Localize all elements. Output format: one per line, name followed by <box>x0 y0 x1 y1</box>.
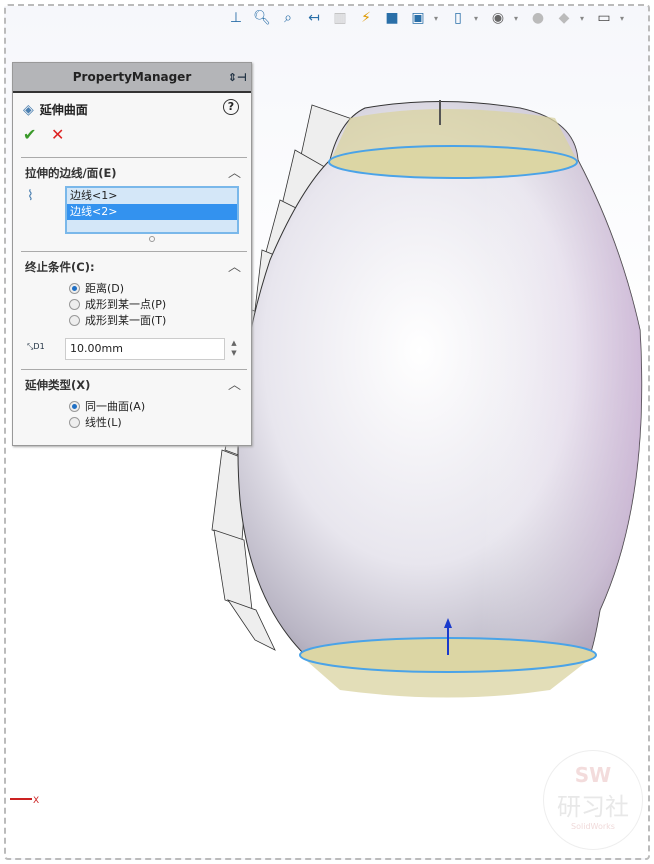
zoom-to-fit-icon[interactable]: 🔍︎ <box>252 8 272 28</box>
collapse-chevron-icon[interactable]: ︿ <box>228 374 241 393</box>
zoom-to-area-icon[interactable]: ⌕ <box>278 8 298 28</box>
graphics-area[interactable]: X ⊥ 🔍︎ ⌕ ↤ ▥ ⚡ ■ ▣ ▾ ▯ ▾ ◉ ▾ ● ◆ ▾ ▭ ▾ Proper… <box>0 0 654 864</box>
end-condition-title: 终止条件(C): <box>25 260 95 274</box>
radio-button[interactable] <box>69 298 80 310</box>
x-axis-label: X <box>33 796 39 806</box>
property-manager-title: PropertyManager <box>72 70 192 84</box>
watermark-sw: SW <box>574 763 612 787</box>
extension-type-section: 延伸类型(X) ︿ 同一曲面(A) 线性(L) <box>21 369 247 445</box>
list-item-selected[interactable]: 边线<2> <box>67 204 237 220</box>
previous-view-icon[interactable]: ↤ <box>304 8 324 28</box>
radio-same-surface[interactable]: 同一曲面(A) <box>69 398 145 414</box>
collapse-chevron-icon[interactable]: ︿ <box>228 256 241 275</box>
radio-button[interactable] <box>69 400 80 412</box>
hide-show-dropdown-icon[interactable]: ▾ <box>474 14 482 23</box>
list-resize-handle[interactable] <box>149 236 155 242</box>
collapse-chevron-icon[interactable]: ︿ <box>228 162 241 181</box>
scene-dropdown-icon[interactable]: ▾ <box>580 14 588 23</box>
cancel-button[interactable]: ✕ <box>51 125 64 144</box>
hide-show-items-icon[interactable]: ▯ <box>448 8 468 28</box>
watermark-text: 研习社 <box>557 793 629 821</box>
radio-label: 距离(D) <box>85 282 125 295</box>
distance-spinner[interactable]: ▲ ▼ <box>227 338 241 360</box>
list-item[interactable]: 边线<1> <box>67 188 237 204</box>
section-view-icon[interactable]: ▥ <box>330 8 350 28</box>
radio-label: 线性(L) <box>85 416 122 429</box>
radio-up-to-surface[interactable]: 成形到某一面(T) <box>69 312 166 328</box>
distance-icon: ⤡D1 <box>27 342 45 351</box>
edges-section: 拉伸的边线/面(E) ︿ ⌇ 边线<1> 边线<2> <box>21 157 247 251</box>
display-style-icon[interactable]: ▣ <box>408 8 428 28</box>
spin-down-icon[interactable]: ▼ <box>227 348 241 358</box>
pin-icon[interactable]: ⇕⊣ <box>228 71 247 84</box>
radio-label: 成形到某一点(P) <box>85 298 167 311</box>
radio-up-to-point[interactable]: 成形到某一点(P) <box>69 296 166 312</box>
edges-section-title: 拉伸的边线/面(E) <box>25 166 117 180</box>
extend-surface-icon: ◈ <box>23 101 34 118</box>
property-manager-panel: PropertyManager ⇕⊣ ◈ 延伸曲面 ? ✔ ✕ 拉伸的边线/面(… <box>12 62 252 446</box>
distance-input[interactable]: 10.00mm <box>65 338 225 360</box>
appearance-dropdown-icon[interactable]: ▾ <box>514 14 522 23</box>
watermark-brand: SolidWorks <box>571 822 615 831</box>
radio-button[interactable] <box>69 416 80 428</box>
spin-up-icon[interactable]: ▲ <box>227 338 241 348</box>
radio-linear[interactable]: 线性(L) <box>69 414 145 430</box>
view-normal-icon[interactable]: ⊥ <box>226 8 246 28</box>
help-icon[interactable]: ? <box>223 99 239 115</box>
radio-button[interactable] <box>69 282 80 294</box>
radio-label: 同一曲面(A) <box>85 400 146 413</box>
display-style-dropdown-icon[interactable]: ▾ <box>434 14 442 23</box>
monitor-icon[interactable]: ▭ <box>594 8 614 28</box>
feature-name: 延伸曲面 <box>39 103 88 117</box>
distance-icon-label: D1 <box>33 342 45 351</box>
view-settings-dropdown-icon[interactable]: ▾ <box>620 14 628 23</box>
radio-distance[interactable]: 距离(D) <box>69 280 166 296</box>
feature-header: ◈ 延伸曲面 ? <box>13 93 251 118</box>
view-orientation-icon[interactable]: ■ <box>382 8 402 28</box>
watermark-logo: SW 研习社 SolidWorks <box>543 750 643 850</box>
end-condition-section: 终止条件(C): ︿ 距离(D) 成形到某一点(P) 成形到某一面(T) ⤡D1… <box>21 251 247 369</box>
heads-up-toolbar: ⊥ 🔍︎ ⌕ ↤ ▥ ⚡ ■ ▣ ▾ ▯ ▾ ◉ ▾ ● ◆ ▾ ▭ ▾ <box>226 8 628 28</box>
property-manager-header: PropertyManager ⇕⊣ <box>13 63 251 93</box>
edge-selection-icon: ⌇ <box>27 188 34 204</box>
ok-button[interactable]: ✔ <box>23 125 36 144</box>
radio-button[interactable] <box>69 314 80 326</box>
edit-appearance-icon[interactable]: ◉ <box>488 8 508 28</box>
radio-label: 成形到某一面(T) <box>85 314 167 327</box>
edge-1[interactable] <box>328 145 578 179</box>
edge-selection-list[interactable]: 边线<1> 边线<2> <box>65 186 239 234</box>
extension-type-title: 延伸类型(X) <box>25 378 91 392</box>
dynamic-annotation-icon[interactable]: ⚡ <box>356 8 376 28</box>
apply-scene-icon[interactable]: ● <box>528 8 548 28</box>
view-settings-icon[interactable]: ◆ <box>554 8 574 28</box>
